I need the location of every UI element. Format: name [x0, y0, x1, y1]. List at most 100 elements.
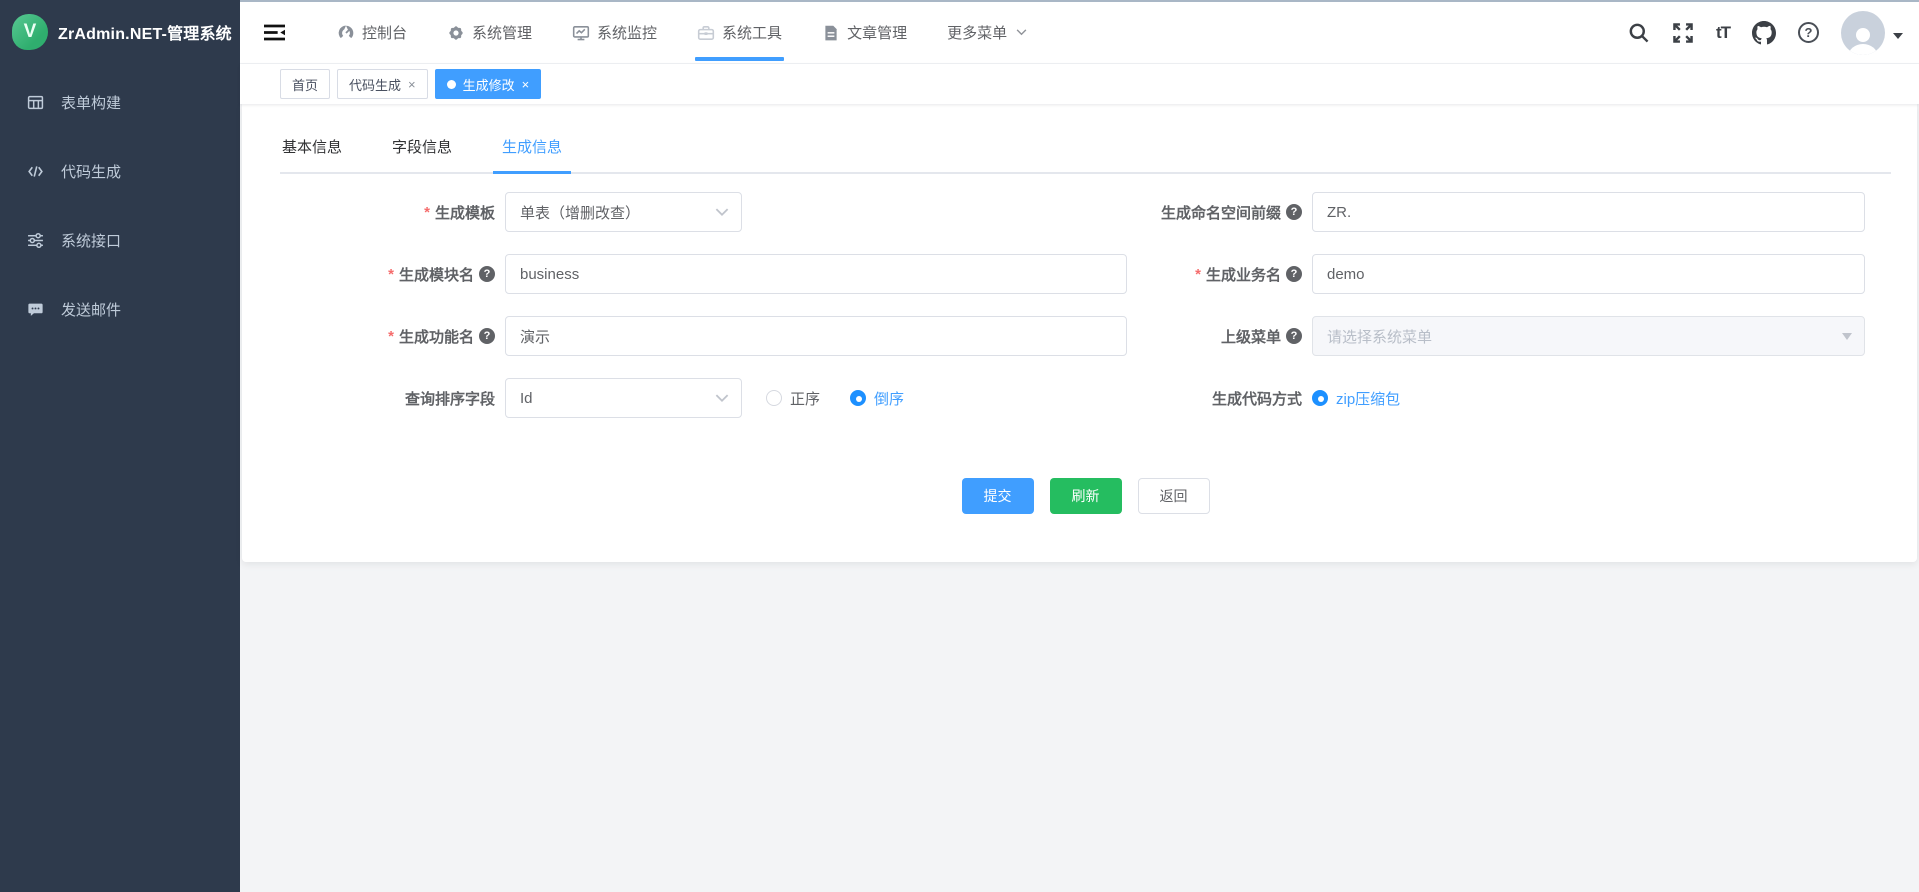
- sidebar-item-api[interactable]: 系统接口: [0, 206, 240, 275]
- close-icon[interactable]: ×: [522, 78, 530, 91]
- tab-gen-info[interactable]: 生成信息: [500, 130, 564, 172]
- function-name-input[interactable]: [505, 316, 1127, 356]
- api-sliders-icon: [27, 232, 44, 249]
- mail-chat-icon: [27, 301, 44, 318]
- field-gen-template: * 生成模板 单表（增删改查）: [280, 192, 1127, 232]
- tag-label: 代码生成: [349, 75, 401, 94]
- top-nav-article-manage[interactable]: 文章管理: [820, 2, 909, 63]
- namespace-prefix-input[interactable]: [1312, 192, 1865, 232]
- form-build-icon: [27, 94, 44, 111]
- dashboard-icon: [337, 24, 355, 42]
- fullscreen-icon[interactable]: [1672, 22, 1694, 44]
- field-code-method: 生成代码方式 zip压缩包: [1127, 378, 1891, 418]
- help-icon[interactable]: ?: [1798, 22, 1819, 43]
- tag-home[interactable]: 首页: [280, 69, 330, 99]
- form-actions: 提交 刷新 返回: [280, 478, 1891, 514]
- help-icon[interactable]: ?: [1286, 266, 1302, 282]
- sidebar-item-label: 表单构建: [61, 92, 121, 113]
- app-title: ZrAdmin.NET-管理系统: [58, 20, 232, 44]
- back-button[interactable]: 返回: [1138, 478, 1210, 514]
- form-row: * 生成模板 单表（增删改查） 生成命名空间前缀 ?: [280, 192, 1891, 232]
- chevron-down-icon: [715, 208, 729, 217]
- top-nav-label: 更多菜单: [947, 22, 1007, 43]
- logo-row[interactable]: V ZrAdmin.NET-管理系统: [0, 0, 240, 64]
- chevron-down-icon: [1893, 33, 1903, 44]
- app-logo: V: [12, 14, 48, 50]
- sort-order-radio-group: 正序 倒序: [766, 388, 904, 409]
- sidebar-menu: 表单构建 代码生成: [0, 64, 240, 344]
- submit-button[interactable]: 提交: [962, 478, 1034, 514]
- parent-menu-treeselect[interactable]: 请选择系统菜单: [1312, 316, 1865, 356]
- top-nav-dashboard[interactable]: 控制台: [335, 2, 409, 63]
- avatar[interactable]: [1841, 11, 1885, 55]
- top-nav: 控制台 系统管理: [335, 2, 1029, 63]
- help-icon[interactable]: ?: [479, 266, 495, 282]
- search-icon[interactable]: [1628, 22, 1650, 44]
- label-text: 生成业务名: [1206, 264, 1281, 285]
- radio-label: zip压缩包: [1336, 388, 1400, 409]
- top-nav-more-menu[interactable]: 更多菜单: [945, 2, 1029, 63]
- help-icon[interactable]: ?: [479, 328, 495, 344]
- field-label: * 生成业务名 ?: [1127, 264, 1312, 285]
- sidebar-item-label: 发送邮件: [61, 299, 121, 320]
- radio-zip-package[interactable]: zip压缩包: [1312, 388, 1400, 409]
- active-tag-dot: [447, 80, 456, 89]
- form-row: * 生成功能名 ? 上级菜单 ? 请选: [280, 316, 1891, 356]
- sidebar-item-code-gen[interactable]: 代码生成: [0, 137, 240, 206]
- top-bar: 控制台 系统管理: [240, 2, 1919, 64]
- top-nav-system-manage[interactable]: 系统管理: [445, 2, 534, 63]
- field-sort-field: 查询排序字段 Id 正序: [280, 378, 1127, 418]
- user-menu[interactable]: [1841, 11, 1903, 55]
- label-text: 生成命名空间前缀: [1161, 202, 1281, 223]
- close-icon[interactable]: ×: [408, 78, 416, 91]
- gen-edit-card: 基本信息 字段信息 生成信息 * 生成模板 单表（增删改查）: [242, 104, 1917, 562]
- radio-sort-asc[interactable]: 正序: [766, 388, 820, 409]
- help-icon[interactable]: ?: [1286, 328, 1302, 344]
- refresh-button[interactable]: 刷新: [1050, 478, 1122, 514]
- form-tabs: 基本信息 字段信息 生成信息: [280, 130, 1891, 174]
- business-name-input[interactable]: [1312, 254, 1865, 294]
- required-mark: *: [424, 204, 430, 221]
- label-text: 上级菜单: [1221, 326, 1281, 347]
- code-icon: [27, 163, 44, 180]
- field-label: 生成命名空间前缀 ?: [1127, 202, 1312, 223]
- field-parent-menu: 上级菜单 ? 请选择系统菜单: [1127, 316, 1891, 356]
- top-nav-system-monitor[interactable]: 系统监控: [570, 2, 659, 63]
- label-text: 生成模块名: [399, 264, 474, 285]
- gen-template-select[interactable]: 单表（增删改查）: [505, 192, 742, 232]
- radio-circle[interactable]: [766, 390, 782, 406]
- sidebar-item-form-build[interactable]: 表单构建: [0, 68, 240, 137]
- field-module-name: * 生成模块名 ?: [280, 254, 1127, 294]
- form-row: * 生成模块名 ? * 生成业务名 ?: [280, 254, 1891, 294]
- top-nav-system-tools[interactable]: 系统工具: [695, 2, 784, 63]
- field-label: * 生成模板: [280, 202, 505, 223]
- caret-down-icon: [1842, 333, 1852, 345]
- module-name-input[interactable]: [505, 254, 1127, 294]
- label-text: 生成代码方式: [1212, 388, 1302, 409]
- tab-field-info[interactable]: 字段信息: [390, 130, 454, 172]
- help-icon[interactable]: ?: [1286, 204, 1302, 220]
- tab-basic-info[interactable]: 基本信息: [280, 130, 344, 172]
- toolbox-icon: [697, 24, 715, 42]
- tag-gen-edit[interactable]: 生成修改 ×: [435, 69, 542, 99]
- chevron-down-icon: [1016, 29, 1027, 36]
- collapse-menu-icon[interactable]: [264, 24, 285, 41]
- field-business-name: * 生成业务名 ?: [1127, 254, 1891, 294]
- tag-code-gen[interactable]: 代码生成 ×: [337, 69, 428, 99]
- top-bar-right: tT ?: [1628, 11, 1919, 55]
- radio-circle[interactable]: [1312, 390, 1328, 406]
- label-text: 生成模板: [435, 202, 495, 223]
- top-nav-label: 控制台: [362, 22, 407, 43]
- app-root: V ZrAdmin.NET-管理系统 表单构建: [0, 0, 1919, 892]
- sort-field-select[interactable]: Id: [505, 378, 742, 418]
- sidebar-item-send-mail[interactable]: 发送邮件: [0, 275, 240, 344]
- top-nav-label: 系统工具: [722, 22, 782, 43]
- label-text: 生成功能名: [399, 326, 474, 347]
- github-icon[interactable]: [1752, 21, 1776, 45]
- treeselect-placeholder: 请选择系统菜单: [1327, 326, 1432, 347]
- radio-sort-desc[interactable]: 倒序: [850, 388, 904, 409]
- fontsize-icon[interactable]: tT: [1716, 23, 1730, 43]
- top-nav-label: 文章管理: [847, 22, 907, 43]
- radio-circle[interactable]: [850, 390, 866, 406]
- radio-label: 倒序: [874, 388, 904, 409]
